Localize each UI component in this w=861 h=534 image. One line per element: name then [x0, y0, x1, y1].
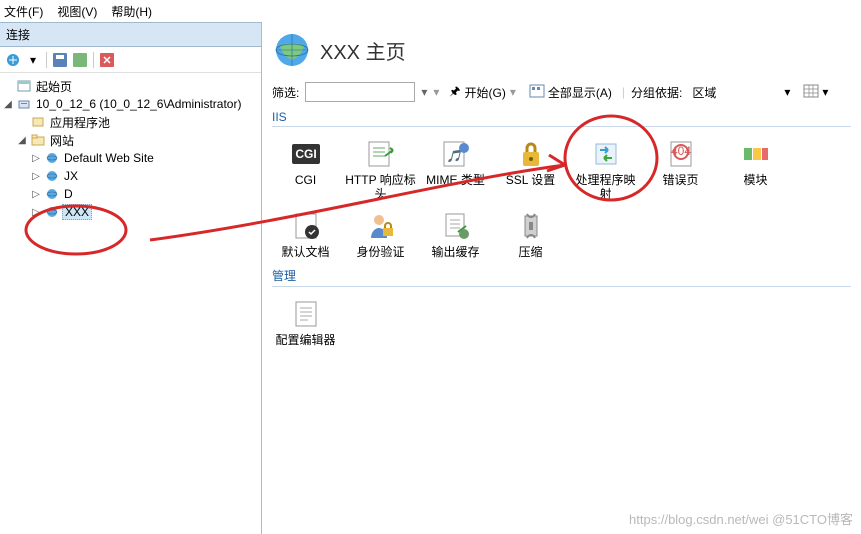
view-mode[interactable]: ▾: [800, 82, 832, 102]
auth-icon: [364, 209, 398, 243]
filter-bar: 筛选: ▾ ▾ 🖈 开始(G) ▾ 全部显示(A) | 分组依据: 区域 ▾ ▾: [262, 78, 861, 106]
tree-site-xxx[interactable]: ▷ XXX: [2, 203, 259, 221]
connect-icon[interactable]: [4, 51, 22, 69]
menu-bar: 文件(F) 视图(V) 帮助(H): [0, 0, 861, 22]
filter-go: 🖈 开始(G) ▾: [445, 82, 519, 102]
page-title: XXX 主页: [320, 36, 406, 65]
site-icon: [44, 186, 60, 202]
mime-icon: 🎵: [439, 137, 473, 171]
http-headers-icon: [364, 137, 398, 171]
section-mgmt: 管理: [262, 263, 861, 286]
site-icon: [44, 150, 60, 166]
feature-mime[interactable]: 🎵 MIME 类型: [418, 133, 493, 205]
sites-folder-icon: [30, 132, 46, 148]
content-area: XXX 主页 筛选: ▾ ▾ 🖈 开始(G) ▾ 全部显示(A) | 分组依据:…: [262, 22, 861, 534]
svg-text:🎵: 🎵: [446, 149, 461, 163]
tree-site-d[interactable]: ▷ D: [2, 185, 259, 203]
compression-icon: [514, 209, 548, 243]
site-icon: [44, 168, 60, 184]
tree-site-default[interactable]: ▷ Default Web Site: [2, 149, 259, 167]
filter-label: 筛选:: [272, 84, 299, 101]
ssl-icon: [514, 137, 548, 171]
groupby-label: 分组依据:: [631, 84, 682, 101]
feature-default-doc[interactable]: 默认文档: [268, 205, 343, 263]
svg-text:CGI: CGI: [295, 147, 316, 161]
feature-output-cache[interactable]: 输出缓存: [418, 205, 493, 263]
tree-site-jx[interactable]: ▷ JX: [2, 167, 259, 185]
menu-view[interactable]: 视图(V): [57, 3, 97, 20]
tree-start-page[interactable]: 起始页: [2, 77, 259, 95]
svg-text:404: 404: [670, 144, 690, 158]
showall-icon: [530, 85, 544, 100]
feature-cgi[interactable]: CGI CGI: [268, 133, 343, 205]
feature-config-editor[interactable]: 配置编辑器: [268, 293, 343, 351]
iis-features: CGI CGI HTTP 响应标头 🎵 MIME 类型 SSL 设置 处理程序映…: [262, 133, 861, 263]
feature-modules[interactable]: 模块: [718, 133, 793, 205]
refresh-icon[interactable]: [71, 51, 89, 69]
default-doc-icon: [289, 209, 323, 243]
tree-app-pools[interactable]: 应用程序池: [2, 113, 259, 131]
watermark: https://blog.csdn.net/wei @51CTO博客: [629, 509, 853, 528]
menu-help[interactable]: 帮助(H): [111, 3, 152, 20]
handler-icon: [589, 137, 623, 171]
apppool-icon: [30, 114, 46, 130]
filter-input[interactable]: [305, 82, 415, 102]
menu-file[interactable]: 文件(F): [4, 3, 43, 20]
start-page-icon: [16, 78, 32, 94]
error-page-icon: 404: [664, 137, 698, 171]
feature-auth[interactable]: 身份验证: [343, 205, 418, 263]
feature-compression[interactable]: 压缩: [493, 205, 568, 263]
connections-toolbar: ▾: [0, 47, 261, 73]
groupby-select[interactable]: 区域 ▾: [688, 82, 794, 102]
feature-ssl[interactable]: SSL 设置: [493, 133, 568, 205]
feature-handler-mappings[interactable]: 处理程序映射: [568, 133, 643, 205]
cgi-icon: CGI: [289, 137, 323, 171]
connections-header: 连接: [0, 22, 261, 47]
globe-icon: [274, 32, 310, 68]
feature-error-pages[interactable]: 404 错误页: [643, 133, 718, 205]
cache-icon: [439, 209, 473, 243]
page-title-bar: XXX 主页: [262, 22, 861, 78]
feature-http-headers[interactable]: HTTP 响应标头: [343, 133, 418, 205]
delete-icon[interactable]: [98, 51, 116, 69]
filter-input-drop-icon[interactable]: ▾: [421, 85, 427, 99]
mgmt-features: 配置编辑器: [262, 293, 861, 351]
filter-showall[interactable]: 全部显示(A): [526, 82, 616, 102]
connections-tree[interactable]: 起始页 ◢ 10_0_12_6 (10_0_12_6\Administrator…: [0, 73, 261, 534]
server-icon: [16, 96, 32, 112]
grid-view-icon: [804, 85, 818, 100]
tree-server[interactable]: ◢ 10_0_12_6 (10_0_12_6\Administrator): [2, 95, 259, 113]
site-icon: [44, 204, 60, 220]
save-icon[interactable]: [51, 51, 69, 69]
section-iis: IIS: [262, 106, 861, 126]
config-editor-icon: [289, 297, 323, 331]
separator-icon: ▾: [24, 51, 42, 69]
tree-sites[interactable]: ◢ 网站: [2, 131, 259, 149]
modules-icon: [739, 137, 773, 171]
connections-panel: 连接 ▾ 起始页 ◢ 10_0_12_6 (10_0_12_6\Administ…: [0, 22, 262, 534]
go-icon: 🖈: [449, 82, 460, 103]
